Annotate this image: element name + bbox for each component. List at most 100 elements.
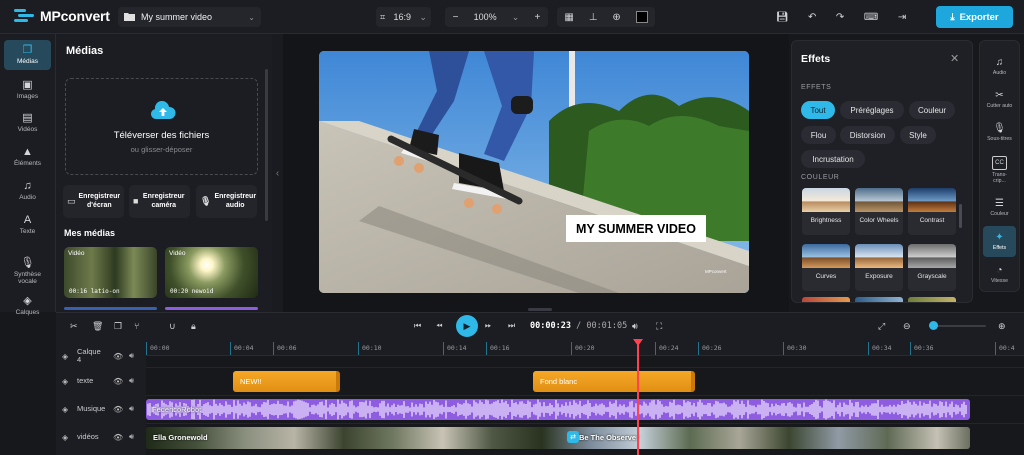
lock-icon[interactable]: 🔒︎ bbox=[191, 319, 196, 333]
fullscreen-icon[interactable]: ⛶ bbox=[656, 319, 662, 333]
track-name[interactable]: texte bbox=[77, 377, 93, 385]
timeline-ruler[interactable]: 00:00 00:04 00:06 00:10 00:14 00:16 00:20 00:24… bbox=[146, 339, 1024, 356]
rail-item-sous-titres[interactable]: 🎙︎ Sous-titres bbox=[983, 117, 1016, 148]
visibility-icon[interactable]: 👁︎ bbox=[113, 352, 123, 361]
rail-item-effets[interactable]: ✦ Effets bbox=[983, 226, 1016, 257]
effect-card-contrast[interactable]: Contrast bbox=[908, 188, 956, 235]
timeline-zoom-slider[interactable] bbox=[934, 325, 986, 327]
collapse-panel-button[interactable]: ‹ bbox=[272, 34, 283, 312]
close-icon[interactable]: ✕ bbox=[950, 52, 959, 65]
effects-scrollbar[interactable] bbox=[959, 204, 962, 228]
scissors-icon[interactable]: ✂ bbox=[70, 319, 78, 333]
filter-chip-couleur[interactable]: Couleur bbox=[909, 101, 955, 119]
download-icon: ⤓ bbox=[950, 11, 955, 23]
volume-icon[interactable]: 🔊︎ bbox=[129, 432, 134, 442]
target-icon[interactable]: ⊕ bbox=[612, 7, 620, 27]
volume-icon[interactable]: 🔊︎ bbox=[129, 404, 134, 414]
effect-card-exposure[interactable]: Exposure bbox=[855, 244, 903, 291]
transition-icon[interactable]: ⇄ bbox=[567, 431, 579, 443]
effect-card-grayscale[interactable]: Grayscale bbox=[908, 244, 956, 291]
media-item[interactable]: Vidéo 00:16 latio-on bbox=[64, 247, 157, 298]
filter-chip-flou[interactable]: Flou bbox=[801, 126, 836, 144]
screen-recorder-button[interactable]: ▭ Enregistreur d'écran bbox=[63, 185, 124, 218]
filter-chip-distorsion[interactable]: Distorsion bbox=[840, 126, 895, 144]
app-logo[interactable]: MPconvert bbox=[14, 7, 110, 25]
volume-icon[interactable]: 🔊︎ bbox=[632, 319, 638, 333]
media-duration: 00:20 newoid bbox=[170, 288, 214, 295]
zoom-out-icon[interactable]: ⊖ bbox=[903, 319, 911, 333]
keyboard-icon[interactable]: ⌨ bbox=[864, 7, 878, 27]
filter-chip-style[interactable]: Style bbox=[900, 126, 936, 144]
align-icon[interactable]: ⊥ bbox=[589, 7, 598, 27]
nav-item-images[interactable]: ▣ Images bbox=[4, 75, 51, 105]
duplicate-icon[interactable]: ❐ bbox=[114, 319, 122, 333]
nav-item-calques[interactable]: ◈ Calques bbox=[4, 293, 51, 319]
canvas-scrollbar[interactable] bbox=[528, 308, 552, 311]
playhead[interactable] bbox=[637, 341, 639, 455]
nav-item-elements[interactable]: ▲ Éléments bbox=[4, 142, 51, 172]
nav-item-synthese-vocale[interactable]: 🎙︎ Synthèse vocale bbox=[4, 253, 51, 289]
track-name[interactable]: vidéos bbox=[77, 433, 99, 441]
text-clip[interactable]: Fond blanc bbox=[533, 371, 695, 392]
mic-icon: 🎙︎ bbox=[20, 256, 35, 269]
skip-end-icon[interactable]: ⏭︎ bbox=[508, 319, 515, 333]
playhead-handle[interactable] bbox=[633, 339, 643, 346]
zoom-in-icon[interactable]: ⊕ bbox=[998, 319, 1006, 333]
crop-icon: ⌗ bbox=[380, 11, 386, 22]
export-button[interactable]: ⤓ Exporter bbox=[936, 6, 1013, 28]
preview-overlay-text[interactable]: MY SUMMER VIDEO bbox=[566, 215, 706, 242]
nav-item-medias[interactable]: ❐ Médias bbox=[4, 40, 51, 70]
nav-item-audio[interactable]: ♫ Audio bbox=[4, 176, 51, 206]
media-item[interactable]: Vidéo 00:20 newoid bbox=[165, 247, 258, 298]
volume-icon[interactable]: 🔊︎ bbox=[129, 376, 134, 386]
rewind-icon[interactable]: ⏪︎ bbox=[436, 319, 442, 333]
track-name[interactable]: Musique bbox=[77, 405, 105, 413]
audio-clip[interactable]: FedericoRobot bbox=[146, 399, 970, 420]
skip-start-icon[interactable]: ⏮︎ bbox=[414, 319, 421, 333]
rail-item-transcription[interactable]: CC Trans-crip... bbox=[983, 151, 1016, 189]
magnet-icon[interactable]: ∪ bbox=[169, 319, 176, 333]
play-button[interactable]: ▶ bbox=[456, 315, 478, 337]
filter-chip-incrustation[interactable]: Incrustation bbox=[801, 150, 865, 168]
rail-item-vitesse[interactable]: ◔ Vitesse bbox=[983, 259, 1016, 290]
visibility-icon[interactable]: 👁︎ bbox=[113, 433, 123, 442]
volume-icon[interactable]: 🔊︎ bbox=[129, 351, 134, 361]
background-color-swatch[interactable] bbox=[635, 11, 648, 23]
fast-forward-icon[interactable]: ⏩︎ bbox=[485, 319, 491, 333]
zoom-in-button[interactable]: + bbox=[535, 7, 541, 27]
project-name-field[interactable]: My summer video ⌄ bbox=[118, 7, 261, 27]
effect-card-brightness[interactable]: Brightness bbox=[802, 188, 850, 235]
timeline-zoom-handle[interactable] bbox=[929, 321, 938, 330]
nav-item-videos[interactable]: ▤ Vidéos bbox=[4, 108, 51, 138]
filter-chip-prereglages[interactable]: Préréglages bbox=[840, 101, 904, 119]
rail-item-couleur[interactable]: ☰ Couleur bbox=[983, 192, 1016, 223]
zoom-level[interactable]: 100% bbox=[474, 12, 497, 22]
grid-icon[interactable]: ▦ bbox=[564, 7, 573, 27]
rail-item-audio[interactable]: ♫ Audio bbox=[983, 51, 1016, 82]
camera-recorder-button[interactable]: ■ Enregistreur caméra bbox=[129, 185, 190, 218]
media-scrollbar[interactable] bbox=[265, 69, 268, 221]
total-time: 00:01:05 bbox=[586, 321, 628, 331]
exit-icon[interactable]: ⇥ bbox=[898, 7, 906, 27]
undo-icon[interactable]: ↶ bbox=[808, 7, 816, 27]
zoom-out-button[interactable]: − bbox=[453, 7, 459, 27]
aspect-ratio-select[interactable]: ⌗ 16:9 ⌄ bbox=[376, 7, 431, 27]
trash-icon[interactable]: 🗑︎ bbox=[92, 319, 103, 333]
video-preview[interactable] bbox=[319, 51, 749, 293]
save-icon[interactable]: 💾︎ bbox=[776, 7, 789, 27]
text-clip[interactable]: NEW!! bbox=[233, 371, 340, 392]
rail-item-cutter-auto[interactable]: ✂ Cutter auto bbox=[983, 84, 1016, 115]
upload-dropzone[interactable]: Téléverser des fichiers ou glisser-dépos… bbox=[65, 78, 258, 175]
nav-item-texte[interactable]: A Texte bbox=[4, 210, 51, 240]
visibility-icon[interactable]: 👁︎ bbox=[113, 377, 123, 386]
audio-recorder-button[interactable]: 🎙︎ Enregistreur audio bbox=[196, 185, 257, 218]
visibility-icon[interactable]: 👁︎ bbox=[113, 405, 123, 414]
fit-icon[interactable]: ⤢ bbox=[878, 319, 885, 333]
effect-card-curves[interactable]: Curves bbox=[802, 244, 850, 291]
split-icon[interactable]: ⑂ bbox=[134, 319, 139, 333]
track-name[interactable]: Calque 4 bbox=[77, 348, 107, 364]
effect-card-color-wheels[interactable]: Color Wheels bbox=[855, 188, 903, 235]
filter-chip-tout[interactable]: Tout bbox=[801, 101, 835, 119]
video-clip[interactable]: Ella Gronewold Be The Observer bbox=[146, 427, 970, 449]
redo-icon[interactable]: ↷ bbox=[836, 7, 844, 27]
